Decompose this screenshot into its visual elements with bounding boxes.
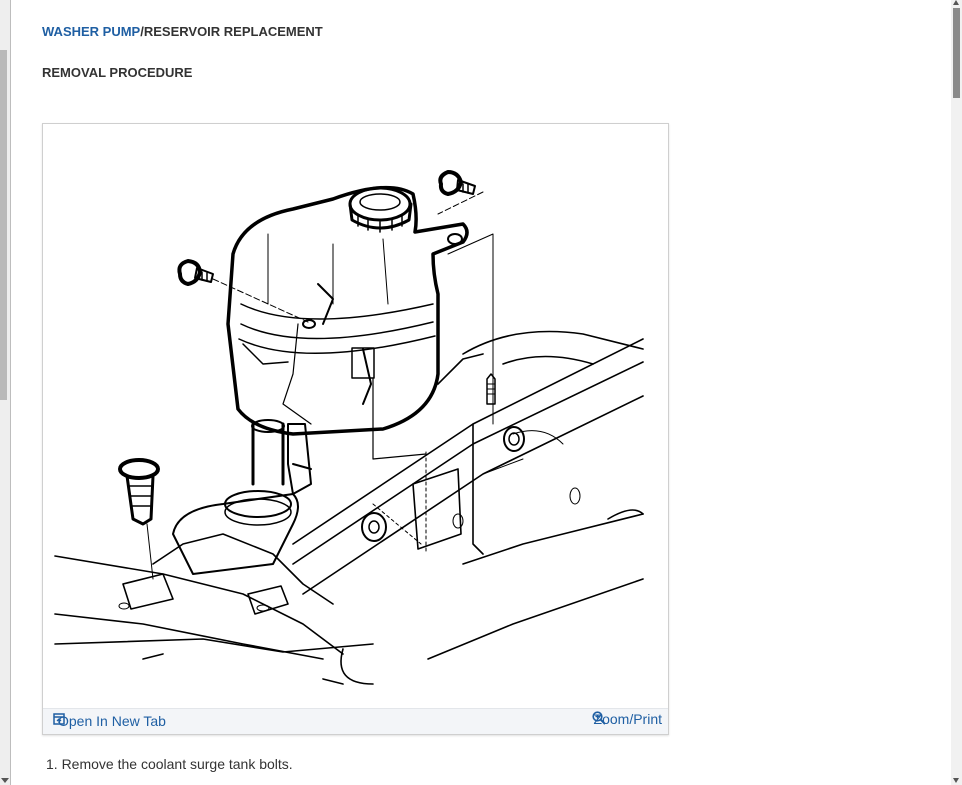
procedure-step: 1. Remove the coolant surge tank bolts. [46,756,293,772]
tank-mount-hole [302,319,316,329]
frame-drawing [54,330,644,685]
title-link[interactable]: WASHER PUMP [42,24,140,39]
bolt-lower-left [118,458,160,580]
right-scrollbar[interactable] [951,0,962,785]
left-scrollbar-thumb[interactable] [0,50,7,400]
title-rest: /RESERVOIR REPLACEMENT [140,24,323,39]
scroll-down-arrow-icon[interactable] [1,778,9,783]
section-heading: REMOVAL PROCEDURE [42,65,193,80]
right-scrollbar-thumb[interactable] [953,8,960,98]
open-in-new-tab-label: Open In New Tab [58,713,166,729]
detail-lines [118,430,581,612]
bolt-top-right [437,170,484,215]
coolant-surge-tank [226,185,469,495]
scroll-down-arrow-icon[interactable] [953,778,959,783]
washer-reservoir [172,490,299,575]
scroll-up-arrow-icon[interactable] [953,0,959,5]
illustration [54,170,644,685]
bolt-left [177,259,309,323]
page-title: WASHER PUMP/RESERVOIR REPLACEMENT [42,24,323,39]
stud-right [486,373,496,405]
bracket-hole [447,233,463,245]
surge-tank-cap [348,186,413,233]
open-in-new-tab-link[interactable]: Open In New Tab [53,713,166,729]
figure-toolbar: Open In New Tab Zoom/Print [43,708,668,734]
figure-card: Open In New Tab Zoom/Print [42,123,669,735]
left-scrollbar[interactable] [0,0,11,785]
zoom-print-link[interactable]: Zoom/Print [591,711,662,727]
